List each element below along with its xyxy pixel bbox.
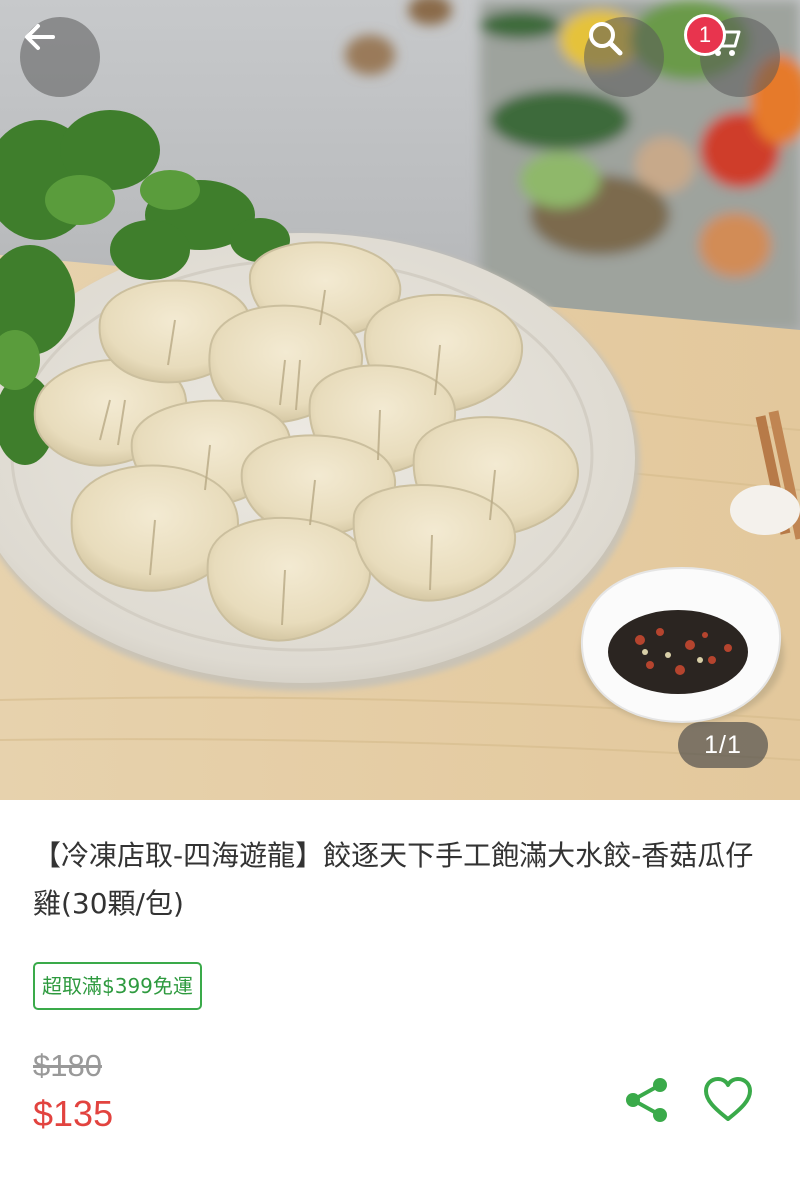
promo-tag: 超取滿$399免運 xyxy=(33,962,202,1010)
search-icon xyxy=(589,22,623,56)
search-button[interactable] xyxy=(584,17,664,97)
share-button[interactable] xyxy=(622,1074,674,1126)
favorite-button[interactable] xyxy=(701,1074,755,1126)
cart-count-badge: 1 xyxy=(684,14,726,56)
original-price: $180 xyxy=(33,1048,102,1083)
product-title: 【冷凍店取-四海遊龍】餃逐天下手工飽滿大水餃-香菇瓜仔雞(30顆/包) xyxy=(33,839,754,920)
dumpling-photo xyxy=(0,0,800,800)
arrow-left-icon xyxy=(25,24,55,50)
product-image[interactable]: 1 1/1 xyxy=(0,0,800,800)
sale-price: $135 xyxy=(33,1093,114,1134)
heart-icon xyxy=(704,1077,752,1121)
share-icon xyxy=(626,1078,667,1122)
back-button[interactable] xyxy=(20,17,100,97)
image-counter: 1/1 xyxy=(678,722,768,768)
